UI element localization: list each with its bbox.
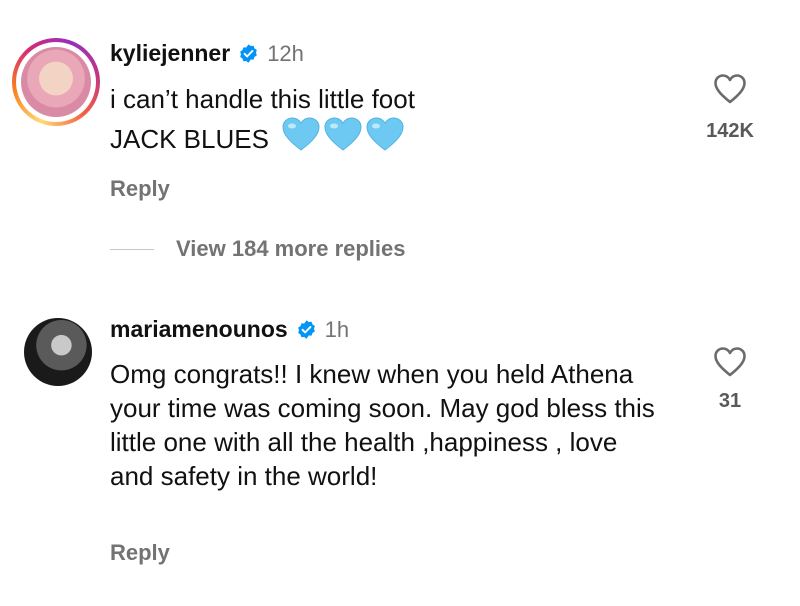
light-blue-heart-emoji-group: [281, 116, 407, 152]
light-blue-heart-emoji: [324, 117, 362, 151]
like-control: 31: [680, 346, 780, 413]
comment-text-segment: JACK BLUES: [110, 124, 269, 154]
comment-text-line: i can’t handle this little foot: [110, 84, 415, 114]
heart-outline-icon[interactable]: [713, 73, 747, 105]
comments-panel: kyliejenner 12h i can’t handle this litt…: [0, 0, 800, 606]
verified-badge-icon: [297, 320, 315, 339]
comment-timestamp: 1h: [324, 316, 350, 342]
heart-outline-icon[interactable]: [713, 346, 747, 378]
comment-header: mariamenounos 1h: [110, 316, 349, 343]
verified-badge-icon: [240, 44, 257, 63]
avatar[interactable]: [24, 318, 92, 386]
avatar[interactable]: [12, 38, 100, 126]
comment-header: kyliejenner 12h: [110, 40, 304, 67]
comment-item: mariamenounos 1h Omg congrats!! I knew w…: [0, 300, 800, 606]
comment-timestamp: 12h: [267, 40, 304, 66]
like-control: 142K: [680, 73, 780, 143]
like-count: 31: [718, 390, 742, 412]
username[interactable]: mariamenounos: [110, 316, 288, 343]
view-replies-button[interactable]: View 184 more replies: [110, 236, 406, 262]
light-blue-heart-emoji: [282, 117, 320, 151]
like-count: 142K: [706, 120, 754, 142]
username[interactable]: kyliejenner: [110, 40, 230, 67]
reply-button[interactable]: Reply: [110, 540, 170, 566]
replies-divider: [110, 248, 154, 250]
comment-item: kyliejenner 12h i can’t handle this litt…: [0, 0, 800, 261]
avatar-photo: [21, 47, 91, 117]
reply-button[interactable]: Reply: [110, 176, 170, 202]
comment-text: Omg congrats!! I knew when you held Athe…: [110, 359, 655, 491]
light-blue-heart-emoji: [366, 117, 404, 151]
comment-text: i can’t handle this little foot JACK BLU…: [110, 82, 670, 156]
comment-text-line: JACK BLUES: [110, 116, 670, 156]
view-replies-label: View 184 more replies: [176, 236, 406, 261]
